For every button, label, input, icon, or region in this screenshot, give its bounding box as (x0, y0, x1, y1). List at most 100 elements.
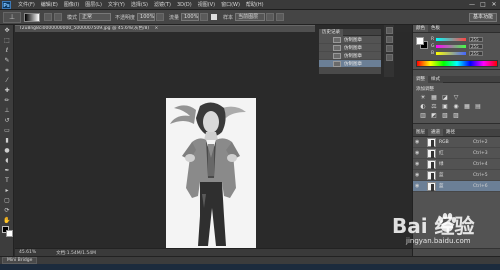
dock-brush-icon[interactable] (385, 54, 393, 61)
brush-tool-icon[interactable]: ✏ (2, 96, 12, 105)
pressure-size-toggle[interactable] (276, 13, 285, 21)
foreground-color-swatch[interactable] (416, 37, 424, 45)
quick-select-tool-icon[interactable]: ✎ (2, 56, 12, 65)
menu-file[interactable]: 文件(F) (15, 1, 38, 8)
invert-icon[interactable]: ▥ (419, 112, 427, 119)
threshold-icon[interactable]: ▧ (441, 112, 449, 119)
menu-help[interactable]: 帮助(H) (243, 1, 267, 8)
posterize-icon[interactable]: ◩ (430, 112, 438, 119)
green-value[interactable]: 255 (469, 44, 483, 49)
curves-icon[interactable]: ◪ (441, 94, 449, 101)
tab-styles[interactable]: 样式 (428, 75, 443, 83)
ignore-adjustment-toggle[interactable] (266, 13, 275, 21)
vibrance-icon[interactable]: ◐ (419, 103, 427, 110)
menu-image[interactable]: 图像(I) (61, 1, 82, 8)
blue-track[interactable] (436, 52, 466, 55)
menu-edit[interactable]: 编辑(E) (38, 1, 61, 8)
eye-icon[interactable]: ◉ (415, 139, 421, 145)
brush-panel-toggle[interactable] (44, 13, 52, 21)
tab-channels[interactable]: 通道 (428, 129, 443, 136)
move-tool-icon[interactable]: ✥ (2, 26, 12, 35)
history-step[interactable]: 仿制图章 (319, 52, 381, 60)
document-tab[interactable]: T2u8ng8ci0000000000_5000007509.jpg @ 45.… (15, 25, 315, 32)
document-close-icon[interactable]: × (155, 26, 159, 31)
zoom-level[interactable]: 45.61% (19, 250, 36, 255)
shape-tool-icon[interactable]: ▢ (2, 196, 12, 205)
eye-icon[interactable]: ◉ (415, 161, 421, 167)
black-white-icon[interactable]: ▣ (441, 103, 449, 110)
menu-view[interactable]: 视图(V) (195, 1, 218, 8)
exposure-icon[interactable]: ▽ (452, 94, 460, 101)
blue-value[interactable]: 255 (469, 51, 483, 56)
eye-icon[interactable]: ◉ (415, 183, 421, 189)
color-swatches[interactable] (2, 226, 13, 238)
gradient-map-icon[interactable]: ▨ (452, 112, 460, 119)
tab-history[interactable]: 历史记录 (319, 28, 343, 36)
clone-stamp-tool-icon[interactable]: ⊥ (2, 106, 12, 115)
marquee-tool-icon[interactable]: ⬚ (2, 36, 12, 45)
hand-tool-icon[interactable]: ✋ (2, 216, 12, 225)
opacity-input[interactable]: 100% (137, 13, 156, 21)
eyedropper-tool-icon[interactable]: ⁄ (2, 76, 12, 85)
channel-mixer-icon[interactable]: ▦ (463, 103, 471, 110)
menu-layer[interactable]: 图层(L) (82, 1, 105, 8)
color-balance-icon[interactable]: ⚖ (430, 103, 438, 110)
red-value[interactable]: 255 (469, 37, 483, 42)
crop-tool-icon[interactable]: ⌗ (2, 66, 12, 75)
eye-icon[interactable]: ◉ (415, 172, 421, 178)
clone-source-toggle[interactable] (54, 13, 62, 21)
eye-icon[interactable]: ◉ (415, 150, 421, 156)
history-step[interactable]: 仿制图章 (319, 36, 381, 44)
3d-rotate-tool-icon[interactable]: ⟳ (2, 206, 12, 215)
channel-row[interactable]: ◉ 绿 Ctrl+4 (413, 159, 500, 170)
brightness-icon[interactable]: ☀ (419, 94, 427, 101)
background-color-swatch[interactable] (6, 230, 13, 237)
eraser-tool-icon[interactable]: ▭ (2, 126, 12, 135)
channel-row[interactable]: ◉ 蓝 Ctrl+5 (413, 170, 500, 181)
document-image[interactable] (166, 98, 256, 249)
sample-select[interactable]: 当前图层 (235, 13, 266, 21)
color-lookup-icon[interactable]: ▤ (474, 103, 482, 110)
levels-icon[interactable]: ▦ (430, 94, 438, 101)
aligned-checkbox[interactable] (211, 14, 218, 20)
type-tool-icon[interactable]: T (2, 176, 12, 185)
red-track[interactable] (436, 38, 466, 41)
history-brush-tool-icon[interactable]: ↺ (2, 116, 12, 125)
tab-color[interactable]: 颜色 (413, 25, 428, 32)
dodge-tool-icon[interactable]: ◖ (2, 156, 12, 165)
pen-tool-icon[interactable]: ✒ (2, 166, 12, 175)
airbrush-toggle[interactable] (200, 13, 209, 21)
mini-bridge-tab[interactable]: Mini Bridge (2, 257, 38, 264)
history-step-active[interactable]: 仿制图章 (319, 60, 381, 68)
tab-paths[interactable]: 路径 (443, 129, 458, 136)
menu-filter[interactable]: 滤镜(T) (151, 1, 174, 8)
green-track[interactable] (436, 45, 466, 48)
maximize-button[interactable]: □ (479, 1, 487, 8)
minimize-button[interactable]: — (468, 1, 476, 8)
green-slider[interactable]: G 255 (431, 44, 483, 49)
brush-preset-picker[interactable] (24, 12, 40, 22)
dock-info-icon[interactable] (385, 45, 393, 52)
menu-3d[interactable]: 3D(D) (174, 2, 195, 8)
dock-actions-icon[interactable] (385, 36, 393, 43)
menu-select[interactable]: 选择(S) (128, 1, 151, 8)
tab-swatches[interactable]: 色板 (428, 25, 443, 32)
gradient-tool-icon[interactable]: ▮ (2, 136, 12, 145)
photo-filter-icon[interactable]: ◉ (452, 103, 460, 110)
channel-row[interactable]: ◉ RGB Ctrl+2 (413, 137, 500, 148)
path-select-tool-icon[interactable]: ▸ (2, 186, 12, 195)
lasso-tool-icon[interactable]: ℓ (2, 46, 12, 55)
clone-stamp-tool-preset[interactable]: ⊥ (3, 11, 21, 23)
blue-slider[interactable]: B 255 (431, 51, 483, 56)
color-spectrum[interactable] (416, 60, 498, 67)
menu-window[interactable]: 窗口(W) (218, 1, 243, 8)
mode-select[interactable]: 正常 (79, 13, 112, 21)
dock-history-icon[interactable] (385, 27, 393, 34)
document-size[interactable]: 文档:1.54M/1.54M (56, 250, 96, 256)
red-slider[interactable]: R 255 (431, 37, 483, 42)
menu-type[interactable]: 文字(Y) (105, 1, 128, 8)
pressure-opacity-toggle[interactable] (156, 13, 165, 21)
flow-input[interactable]: 100% (181, 13, 200, 21)
tab-adjustments[interactable]: 调整 (413, 75, 428, 83)
healing-brush-tool-icon[interactable]: ✚ (2, 86, 12, 95)
